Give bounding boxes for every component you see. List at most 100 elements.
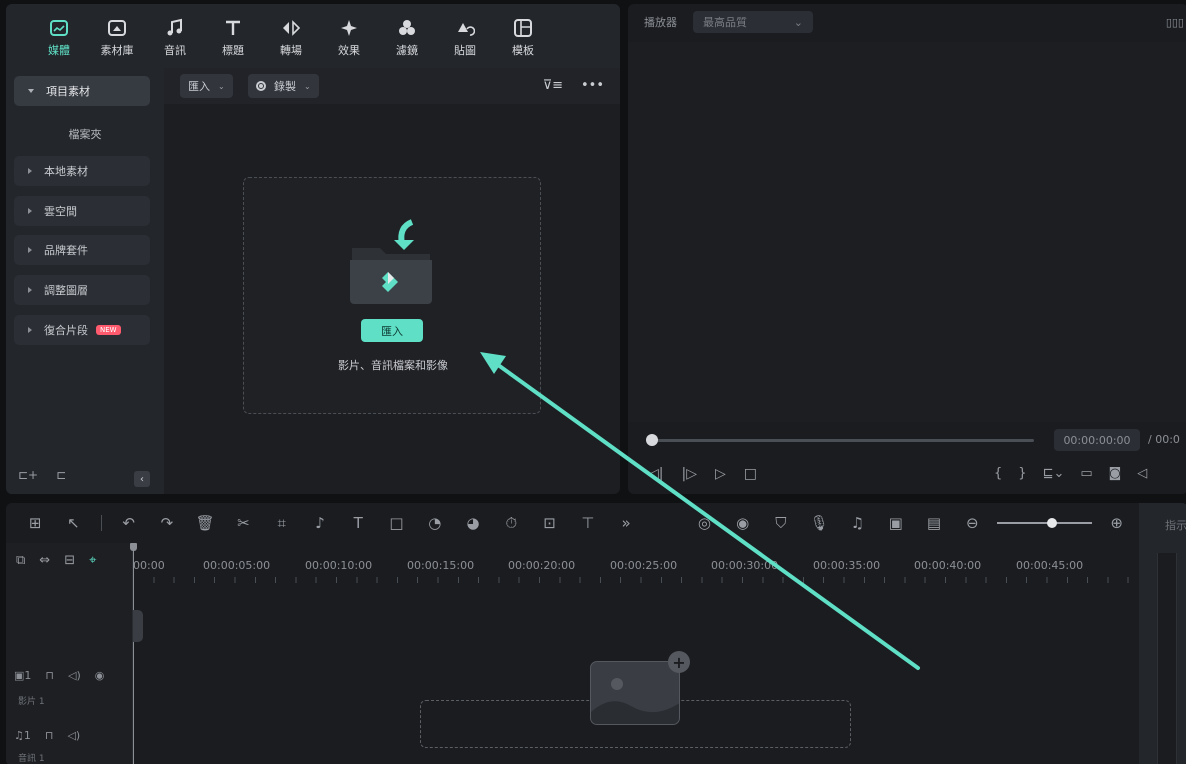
media-icon — [50, 20, 68, 36]
record-icon — [256, 81, 266, 91]
mark-in-icon[interactable]: { — [994, 466, 1002, 481]
audio-mixer-icon[interactable]: ♫ — [838, 514, 876, 532]
sidebar-item-brand-kit[interactable]: 品牌套件 — [14, 235, 150, 265]
crop-icon[interactable]: ⌗ — [263, 514, 301, 532]
undo-icon[interactable]: ↶ — [110, 514, 148, 532]
tab-titles[interactable]: 標題 — [204, 4, 262, 68]
track-header-tools: ⧉ ⇔ ⊟ ⌖ — [16, 553, 96, 568]
stop-icon[interactable]: □ — [744, 466, 757, 482]
import-button[interactable]: 匯入 — [361, 319, 423, 342]
media-drop-zone[interactable]: 匯入 影片、音訊檔案和影像 — [243, 177, 541, 414]
progress-scrubber[interactable] — [652, 439, 1034, 442]
mute-icon[interactable]: ◁) — [68, 669, 81, 682]
play-icon[interactable]: ▷ — [715, 466, 726, 482]
template-icon — [514, 19, 532, 37]
timeline-panel: ⊞ ↖ ↶ ↷ 🗑 ✂ ⌗ ♪ T □ ◔ ◕ ⏱ ⊡ ⊤ » ◎ ◉ ⛉ 🎙 … — [6, 503, 1186, 764]
sidebar-item-adjustment-layer[interactable]: 調整圖層 — [14, 275, 150, 305]
tab-templates[interactable]: 模板 — [494, 4, 552, 68]
media-toolbar-actions: ⊽≡ ••• — [543, 78, 604, 93]
redo-icon[interactable]: ↷ — [148, 514, 186, 532]
filter-sort-icon[interactable]: ⊽≡ — [543, 78, 563, 93]
link-icon[interactable]: ⇔ — [39, 553, 50, 568]
tab-media[interactable]: 媒體 — [30, 4, 88, 68]
track-scroll-handle[interactable] — [133, 610, 143, 642]
scrubber-handle[interactable] — [646, 434, 658, 446]
tab-filters[interactable]: 濾鏡 — [378, 4, 436, 68]
tab-transitions[interactable]: 轉場 — [262, 4, 320, 68]
import-dropdown[interactable]: 匯入 ⌄ — [180, 74, 233, 98]
audio-track-controls: ♫1 ⊓ ◁) — [14, 729, 80, 742]
current-timecode[interactable]: 00:00:00:00 — [1054, 429, 1140, 451]
add-track-icon[interactable]: ⧉ — [16, 553, 25, 568]
sidebar-item-compound-clip[interactable]: 復合片段 NEW — [14, 315, 150, 345]
folder-icon[interactable]: ⊏ — [56, 468, 66, 482]
zoom-in-icon[interactable]: ⊕ — [1098, 514, 1136, 532]
sidebar-item-label: 本地素材 — [44, 165, 88, 178]
quality-dropdown[interactable]: 最高品質 ⌄ — [693, 11, 813, 33]
text-tool-icon[interactable]: T — [339, 514, 377, 532]
video-track-controls: ▣1 ⊓ ◁) ◉ — [14, 669, 104, 682]
expand-caret-icon — [28, 287, 32, 293]
delete-icon[interactable]: 🗑 — [186, 514, 224, 532]
microphone-icon[interactable]: 🎙 — [800, 514, 838, 532]
prev-frame-icon[interactable]: ◁| — [648, 466, 663, 482]
tab-stock-library[interactable]: 素材庫 — [88, 4, 146, 68]
split-scissors-icon[interactable]: ✂ — [224, 514, 262, 532]
playback-controls: ◁| |▷ ▷ □ — [648, 466, 757, 482]
layout-grid-icon[interactable]: ⊞ — [16, 514, 54, 532]
player-header: 播放器 最高品質 ⌄ — [628, 4, 1186, 40]
render-preview-icon[interactable]: ▣ — [877, 514, 915, 532]
mute-icon[interactable]: ◁) — [67, 729, 80, 742]
marker-dropdown-icon[interactable]: ⊑⌄ — [1043, 466, 1065, 481]
grid-layout-icon[interactable]: ▯▯▯ — [1166, 16, 1184, 29]
lock-icon[interactable]: ⊓ — [45, 729, 54, 742]
mask-frame-icon[interactable]: □ — [377, 514, 415, 532]
zoom-slider-handle[interactable] — [1047, 518, 1058, 528]
collapse-sidebar-button[interactable]: ‹ — [134, 471, 150, 487]
snapshot-icon[interactable]: ◙ — [1109, 466, 1122, 481]
auto-highlight-icon[interactable]: ◉ — [724, 514, 762, 532]
player-panel: 播放器 最高品質 ⌄ ▯▯▯ 00:00:00:00 / 00:0 ◁| |▷ … — [628, 4, 1186, 494]
marker-icon[interactable]: ⛉ — [762, 514, 800, 532]
more-tools-icon[interactable]: » — [607, 514, 645, 532]
tab-label: 轉場 — [280, 44, 302, 57]
player-tools: { } ⊑⌄ ▭ ◙ ◁ — [994, 466, 1147, 481]
snap-magnet-icon[interactable]: ⌖ — [89, 553, 96, 568]
tab-audio[interactable]: 音訊 — [146, 4, 204, 68]
new-folder-icon[interactable]: ⊏+ — [18, 468, 38, 482]
tab-effects[interactable]: 效果 — [320, 4, 378, 68]
audio-edit-icon[interactable]: ♪ — [301, 514, 339, 532]
ripple-icon[interactable]: ◎ — [685, 514, 723, 532]
track-manage-icon[interactable]: ⊟ — [64, 553, 75, 568]
select-tool-icon[interactable]: ↖ — [54, 514, 92, 532]
timer-icon[interactable]: ⏱ — [492, 514, 530, 532]
timeline-ruler[interactable]: 00:00 00:00:05:00 00:00:10:00 00:00:15:0… — [133, 555, 1133, 585]
auto-reframe-icon[interactable]: ⊡ — [530, 514, 568, 532]
filter-icon — [399, 20, 415, 35]
volume-icon[interactable]: ◁ — [1137, 466, 1147, 481]
sidebar-item-local-media[interactable]: 本地素材 — [14, 156, 150, 186]
ruler-label: 00:00:10:00 — [305, 559, 373, 572]
lock-icon[interactable]: ⊓ — [45, 669, 54, 682]
music-note-icon — [167, 18, 182, 36]
color-palette-icon[interactable]: ◕ — [454, 514, 492, 532]
speech-to-text-icon[interactable]: ⊤ — [569, 514, 607, 532]
snapshot-clip-icon[interactable]: ▤ — [915, 514, 953, 532]
tab-stickers[interactable]: 貼圖 — [436, 4, 494, 68]
zoom-out-icon[interactable]: ⊖ — [953, 514, 991, 532]
sidebar-item-cloud[interactable]: 雲空間 — [14, 196, 150, 226]
eye-icon[interactable]: ◉ — [95, 669, 105, 682]
record-dropdown[interactable]: 錄製 ⌄ — [248, 74, 319, 98]
speed-icon[interactable]: ◔ — [416, 514, 454, 532]
sidebar-item-project-media[interactable]: 項目素材 — [14, 76, 150, 106]
sidebar-item-folder[interactable]: 檔案夾 — [6, 126, 164, 142]
more-options-icon[interactable]: ••• — [581, 78, 604, 93]
playhead[interactable] — [133, 543, 134, 764]
mark-out-icon[interactable]: } — [1018, 466, 1026, 481]
tab-label: 效果 — [338, 44, 360, 57]
sidebar-footer: ⊏+ ⊏ — [18, 468, 66, 482]
next-frame-icon[interactable]: |▷ — [681, 466, 696, 482]
drop-hint-text: 影片、音訊檔案和影像 — [338, 359, 448, 372]
zoom-slider[interactable] — [997, 518, 1092, 528]
display-icon[interactable]: ▭ — [1080, 466, 1092, 481]
